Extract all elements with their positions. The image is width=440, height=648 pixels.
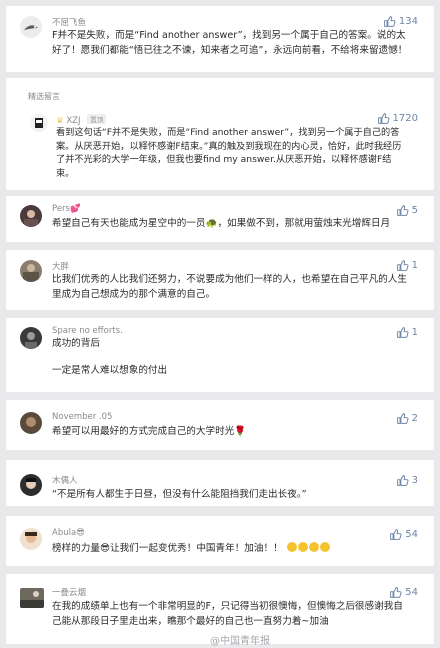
comment-text-line: 一定是常人难以想象的付出 — [52, 365, 168, 376]
comment-username: Abula😎 — [52, 528, 86, 538]
comment-text: F并不是失败，而是“Find another answer”，找到另一个属于自己… — [52, 30, 408, 56]
like-button[interactable]: 54 — [389, 586, 418, 599]
comment-username: 大胖 — [52, 262, 70, 272]
like-count: 134 — [398, 16, 418, 27]
avatar[interactable] — [20, 205, 42, 227]
avatar[interactable] — [20, 528, 42, 550]
featured-comment-card: 精选留言 ♕ XZJ 置顶 1720 看到这句话“F并不是失败，而是“Find … — [6, 78, 434, 190]
avatar[interactable] — [20, 412, 42, 434]
watermark: @中国青年报 — [210, 636, 270, 647]
comment-card: November .05 2 希望可以用最好的方式完成自己的大学时光🌹 — [6, 400, 434, 450]
like-count: 54 — [405, 587, 418, 598]
like-count: 54 — [405, 529, 418, 540]
comment-username: 木偶人 — [52, 476, 78, 486]
comment-text-line: 成功的背后 — [52, 338, 100, 349]
comment-username: 不屈飞鱼 — [52, 18, 87, 28]
like-count: 5 — [411, 205, 418, 216]
avatar[interactable] — [20, 327, 42, 349]
thumbs-up-icon — [396, 260, 409, 271]
featured-username: XZJ — [66, 116, 81, 126]
comment-text: 在我的成绩单上也有一个非常明显的F，只记得当初很懊悔，但懊悔之后很感谢我自己能从… — [52, 601, 403, 627]
comment-card: 大胖 1 比我们优秀的人比我们还努力，不说要成为他们一样的人，也希望在自己平凡的… — [6, 250, 434, 310]
thumbs-up-icon — [384, 16, 396, 27]
like-button[interactable]: 1720 — [377, 112, 418, 125]
thumbs-up-icon — [377, 113, 390, 124]
comment-card: 不屈飞鱼 134 F并不是失败，而是“Find another answer”，… — [6, 6, 434, 72]
avatar[interactable] — [20, 588, 44, 608]
avatar[interactable] — [20, 260, 42, 282]
like-button[interactable]: 134 — [383, 15, 418, 28]
comment-text: “不是所有人都生于日昼，但没有什么能阻挡我们走出长夜。” — [52, 489, 307, 500]
like-count: 3 — [411, 475, 418, 486]
like-count: 2 — [411, 413, 418, 424]
avatar[interactable] — [30, 114, 48, 132]
thumbs-up-icon — [396, 475, 409, 486]
pinned-badge: 置顶 — [87, 114, 107, 124]
thumbs-up-icon — [390, 587, 402, 598]
comment-username: 一叠云烟 — [52, 588, 87, 598]
comment-text: 榜样的力量😎让我们一起变优秀！中国青年！加油！！ — [52, 541, 412, 556]
avatar[interactable] — [20, 16, 42, 38]
like-button[interactable]: 54 — [389, 528, 418, 541]
comment-username: Spare no efforts. — [52, 326, 123, 336]
comment-text: 希望自己有天也能成为星空中的一员🐢，如果做不到，那就用萤烛末光增辉日月 — [52, 218, 391, 229]
like-button[interactable]: 1 — [396, 259, 418, 272]
emoji-icons — [286, 542, 330, 554]
like-count: 1720 — [392, 113, 418, 124]
comment-card: Abula😎 54 榜样的力量😎让我们一起变优秀！中国青年！加油！！ — [6, 516, 434, 566]
like-count: 1 — [411, 327, 418, 338]
thumbs-up-icon — [390, 529, 402, 540]
like-count: 1 — [411, 260, 418, 271]
comment-text: 看到这句话“F并不是失败，而是“Find another answer”，找到另… — [56, 127, 402, 179]
section-label: 精选留言 — [28, 92, 60, 101]
comment-text-content: 榜样的力量😎让我们一起变优秀！中国青年！加油！！ — [52, 543, 283, 554]
comment-card: 木偶人 3 “不是所有人都生于日昼，但没有什么能阻挡我们走出长夜。” — [6, 460, 434, 506]
comment-text: 比我们优秀的人比我们还努力，不说要成为他们一样的人，也希望在自己平凡的人生里成为… — [52, 274, 407, 300]
comment-card: Pers💕 5 希望自己有天也能成为星空中的一员🐢，如果做不到，那就用萤烛末光增… — [6, 196, 434, 242]
comment-text: 希望可以用最好的方式完成自己的大学时光🌹 — [52, 426, 247, 437]
crown-icon: ♕ — [56, 116, 64, 126]
comment-username: November .05 — [52, 412, 113, 422]
comment-username: ♕ XZJ 置顶 — [56, 114, 107, 126]
like-button[interactable]: 3 — [396, 474, 418, 487]
avatar[interactable] — [20, 474, 42, 496]
comment-username: Pers💕 — [52, 204, 81, 214]
comment-card: Spare no efforts. 1 成功的背后 一定是常人难以想象的付出 — [6, 318, 434, 392]
